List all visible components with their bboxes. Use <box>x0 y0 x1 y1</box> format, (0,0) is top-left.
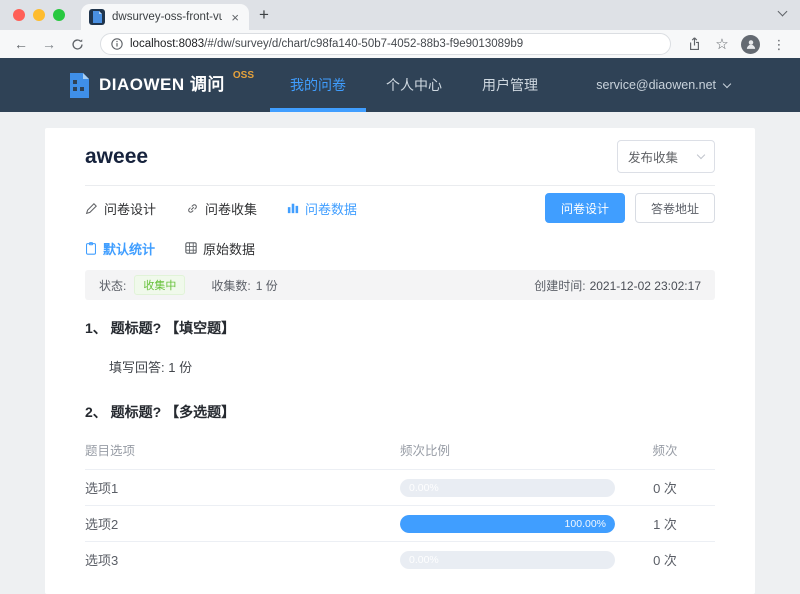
subtab-label: 原始数据 <box>203 241 256 257</box>
reload-icon[interactable] <box>64 38 90 51</box>
question-1: 1、 题标题? 【填空题】 填写回答: 1 份 <box>85 318 715 376</box>
freq-value: 1 次 <box>653 517 677 532</box>
data-subtabs-row: 默认统计 原始数据 <box>85 230 715 266</box>
profile-avatar[interactable] <box>741 34 760 54</box>
header-ratio: 频次比例 <box>400 444 451 458</box>
new-tab-button[interactable]: + <box>259 6 269 23</box>
menu-item-personal-center[interactable]: 个人中心 <box>366 58 462 112</box>
clipboard-icon <box>85 241 97 255</box>
window-controls <box>13 9 65 21</box>
brand-name: DIAOWEN 调问 <box>99 74 225 94</box>
survey-tabs-row: 问卷设计 问卷收集 问卷数据 问卷设计 答卷地址 <box>85 186 715 230</box>
browser-toolbar: ← → localhost:8083/#/dw/survey/d/chart/c… <box>0 30 800 58</box>
subtab-default-stats[interactable]: 默认统计 <box>85 239 155 258</box>
window-close-button[interactable] <box>13 9 25 21</box>
browser-menu-icon[interactable]: ⋮ <box>766 38 792 51</box>
menu-item-user-management[interactable]: 用户管理 <box>462 58 558 112</box>
account-dropdown[interactable]: service@diaowen.net <box>596 78 732 92</box>
link-icon <box>186 202 199 215</box>
survey-title-row: aweee 发布收集 <box>85 128 715 186</box>
diaowen-logo-icon <box>70 72 89 98</box>
collect-count-value: 1 份 <box>255 278 278 293</box>
answer-count-label: 填写回答: <box>109 360 165 375</box>
option-label: 选项3 <box>85 553 119 568</box>
table-header-row: 题目选项 频次比例 频次 <box>85 432 715 469</box>
page-background: aweee 发布收集 问卷设计 问卷收集 问卷数据 问卷设计 答卷地址 默认统计… <box>0 112 800 594</box>
progress-bar: 0.00% <box>400 478 615 497</box>
url-bar[interactable]: localhost:8083/#/dw/survey/d/chart/c98fa… <box>100 33 671 55</box>
forward-icon[interactable]: → <box>36 37 62 51</box>
account-email: service@diaowen.net <box>596 78 716 92</box>
option-label: 选项1 <box>85 481 119 496</box>
publish-collect-select[interactable]: 发布收集 <box>617 140 715 173</box>
freq-value: 0 次 <box>653 481 677 496</box>
tab-survey-collect[interactable]: 问卷收集 <box>186 199 257 218</box>
tab-label: 问卷数据 <box>305 201 358 217</box>
bar-chart-icon <box>287 202 299 214</box>
question-2-title: 2、 题标题? 【多选题】 <box>85 404 236 420</box>
chevron-down-icon <box>696 150 706 160</box>
url-path: /#/dw/survey/d/chart/c98fa140-50b7-4052-… <box>204 38 524 50</box>
table-grid-icon <box>185 242 197 254</box>
status-label: 状态: <box>99 278 127 293</box>
tab-survey-design[interactable]: 问卷设计 <box>85 199 156 218</box>
tab-label: 问卷设计 <box>104 201 157 217</box>
tab-title: dwsurvey-oss-front-vue <box>112 11 223 23</box>
table-row: 选项3 0.00% 0 次 <box>85 541 715 577</box>
created-time-value: 2021-12-02 23:02:17 <box>589 278 701 293</box>
header-freq: 频次 <box>652 444 678 458</box>
survey-card: aweee 发布收集 问卷设计 问卷收集 问卷数据 问卷设计 答卷地址 默认统计… <box>45 128 755 594</box>
brand-logo[interactable]: DIAOWEN 调问 OSS <box>68 69 255 99</box>
survey-title: aweee <box>85 144 149 168</box>
tabstrip-overflow-chevron-icon[interactable] <box>777 2 788 20</box>
status-bar: 状态: 收集中 收集数: 1 份 创建时间: 2021-12-02 23:02:1… <box>85 270 715 300</box>
main-menu: 我的问卷 个人中心 用户管理 <box>270 58 558 112</box>
url-host: localhost:8083 <box>130 38 205 50</box>
subtab-label: 默认统计 <box>103 241 156 257</box>
window-minimize-button[interactable] <box>33 9 45 21</box>
url-text: localhost:8083/#/dw/survey/d/chart/c98fa… <box>130 38 523 50</box>
share-icon[interactable] <box>681 37 707 51</box>
question-1-title: 1、 题标题? 【填空题】 <box>85 320 236 336</box>
publish-collect-label: 发布收集 <box>628 151 679 165</box>
question-1-answers: 填写回答: 1 份 <box>109 357 715 376</box>
browser-tab-strip: dwsurvey-oss-front-vue × + <box>0 0 800 30</box>
window-zoom-button[interactable] <box>53 9 65 21</box>
progress-bar: 100.00% <box>400 514 615 533</box>
app-navbar: DIAOWEN 调问 OSS 我的问卷 个人中心 用户管理 service@di… <box>0 58 800 112</box>
option-label: 选项2 <box>85 517 119 532</box>
tabs-actions: 问卷设计 答卷地址 <box>544 193 715 223</box>
chevron-down-icon <box>722 79 732 88</box>
survey-design-button[interactable]: 问卷设计 <box>544 193 625 223</box>
pencil-icon <box>85 202 98 215</box>
created-time: 创建时间: 2021-12-02 23:02:17 <box>534 277 701 294</box>
tab-close-icon[interactable]: × <box>229 10 241 25</box>
table-row: 选项2 100.00% 1 次 <box>85 505 715 541</box>
site-info-icon[interactable] <box>111 38 123 50</box>
ratio-label: 0.00% <box>409 553 439 566</box>
ratio-label: 100.00% <box>564 517 606 530</box>
header-option: 题目选项 <box>85 444 136 458</box>
menu-item-my-surveys[interactable]: 我的问卷 <box>270 58 367 112</box>
ratio-label: 0.00% <box>409 481 439 494</box>
options-stat-table: 题目选项 频次比例 频次 选项1 0.00% 0 次 选项2 100.00% 1… <box>85 432 715 577</box>
tab-survey-data[interactable]: 问卷数据 <box>287 199 357 218</box>
tab-label: 问卷收集 <box>205 201 258 217</box>
progress-bar: 0.00% <box>400 550 615 569</box>
browser-tab[interactable]: dwsurvey-oss-front-vue × <box>81 4 249 30</box>
collect-count-label: 收集数: <box>211 278 251 293</box>
bookmark-star-icon[interactable]: ☆ <box>709 37 735 52</box>
back-icon[interactable]: ← <box>8 37 34 51</box>
freq-value: 0 次 <box>653 553 677 568</box>
status-badge: 收集中 <box>134 275 186 295</box>
brand-badge: OSS <box>232 69 255 81</box>
answer-url-button[interactable]: 答卷地址 <box>634 193 715 223</box>
created-time-label: 创建时间: <box>534 278 586 293</box>
answer-count-value: 1 份 <box>168 360 193 375</box>
table-row: 选项1 0.00% 0 次 <box>85 469 715 505</box>
subtab-raw-data[interactable]: 原始数据 <box>185 239 255 258</box>
favicon <box>89 9 105 25</box>
question-2: 2、 题标题? 【多选题】 题目选项 频次比例 频次 选项1 0.00% 0 次… <box>85 402 715 594</box>
